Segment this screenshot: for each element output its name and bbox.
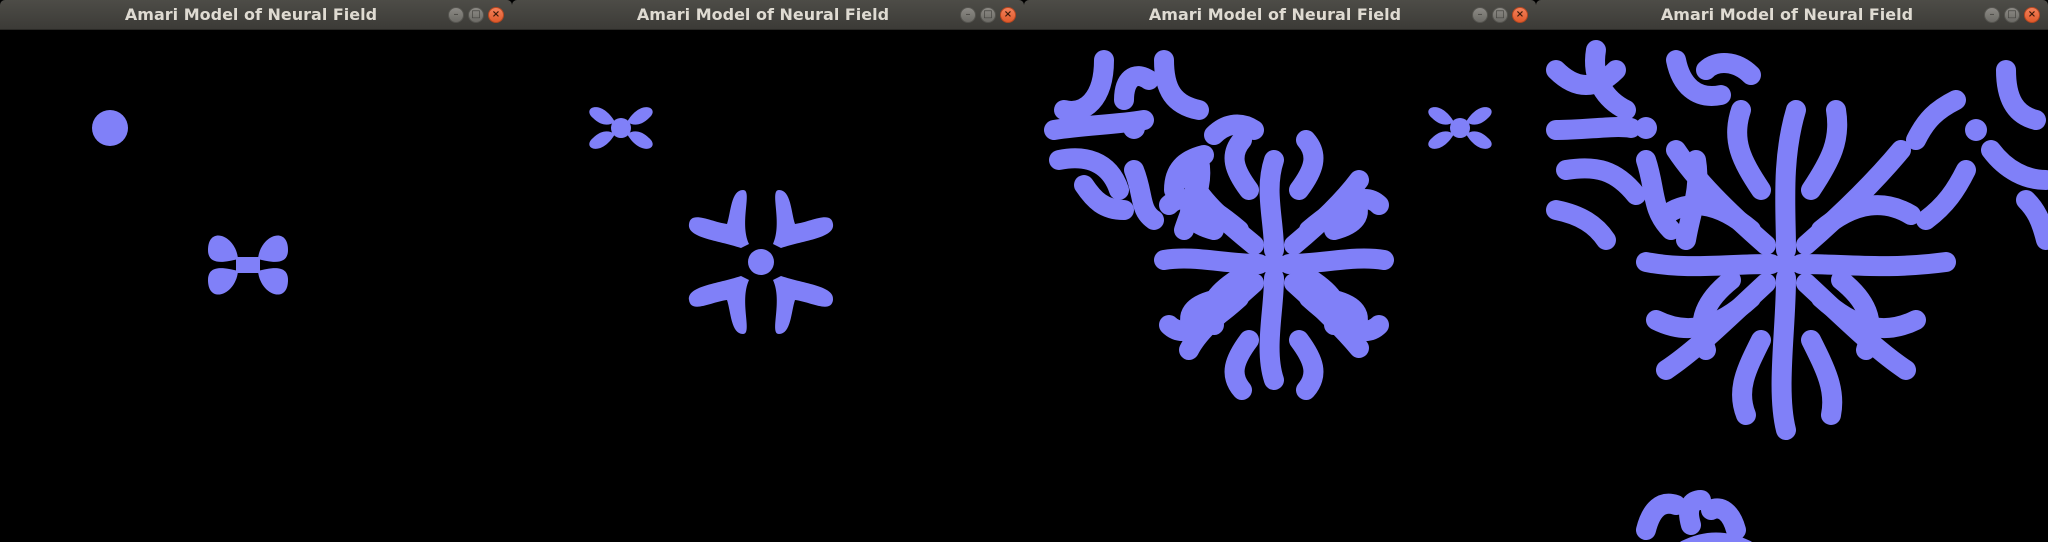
window-title: Amari Model of Neural Field: [124, 5, 378, 24]
activity-labyrinth-pattern: [1546, 40, 2048, 440]
minimize-button[interactable]: –: [1472, 7, 1488, 23]
minimize-button[interactable]: –: [960, 7, 976, 23]
neural-field-window-3[interactable]: Amari Model of Neural Field – □ ×: [1024, 0, 1536, 542]
activity-blob: [92, 110, 128, 146]
neural-field-canvas: [1536, 30, 2048, 542]
neural-field-window-1[interactable]: Amari Model of Neural Field – □ ×: [0, 0, 512, 542]
neural-field-canvas: [0, 30, 512, 542]
activity-x-pattern: [1428, 107, 1492, 149]
neural-field-window-4[interactable]: Amari Model of Neural Field – □ ×: [1536, 0, 2048, 542]
window-titlebar[interactable]: Amari Model of Neural Field – □ ×: [1024, 0, 1536, 30]
close-button[interactable]: ×: [2024, 7, 2040, 23]
window-title: Amari Model of Neural Field: [1148, 5, 1402, 24]
close-button[interactable]: ×: [1512, 7, 1528, 23]
activity-partial-pattern: [1636, 490, 1752, 542]
maximize-button[interactable]: □: [1492, 7, 1508, 23]
close-button[interactable]: ×: [488, 7, 504, 23]
window-titlebar[interactable]: Amari Model of Neural Field – □ ×: [1536, 0, 2048, 30]
desktop: Amari Model of Neural Field – □ × Amari …: [0, 0, 2048, 542]
neural-field-window-2[interactable]: Amari Model of Neural Field – □ ×: [512, 0, 1024, 542]
maximize-button[interactable]: □: [980, 7, 996, 23]
maximize-button[interactable]: □: [468, 7, 484, 23]
window-title: Amari Model of Neural Field: [636, 5, 890, 24]
close-button[interactable]: ×: [1000, 7, 1016, 23]
neural-field-canvas: [1024, 30, 1536, 542]
window-title: Amari Model of Neural Field: [1660, 5, 1914, 24]
minimize-button[interactable]: –: [1984, 7, 2000, 23]
activity-x-pattern: [589, 107, 653, 149]
window-titlebar[interactable]: Amari Model of Neural Field – □ ×: [512, 0, 1024, 30]
activity-flower-pattern: [688, 190, 834, 334]
minimize-button[interactable]: –: [448, 7, 464, 23]
window-titlebar[interactable]: Amari Model of Neural Field – □ ×: [0, 0, 512, 30]
activity-labyrinth-pattern: [1044, 50, 1394, 400]
activity-cross-pattern: [208, 235, 288, 295]
neural-field-canvas: [512, 30, 1024, 542]
maximize-button[interactable]: □: [2004, 7, 2020, 23]
